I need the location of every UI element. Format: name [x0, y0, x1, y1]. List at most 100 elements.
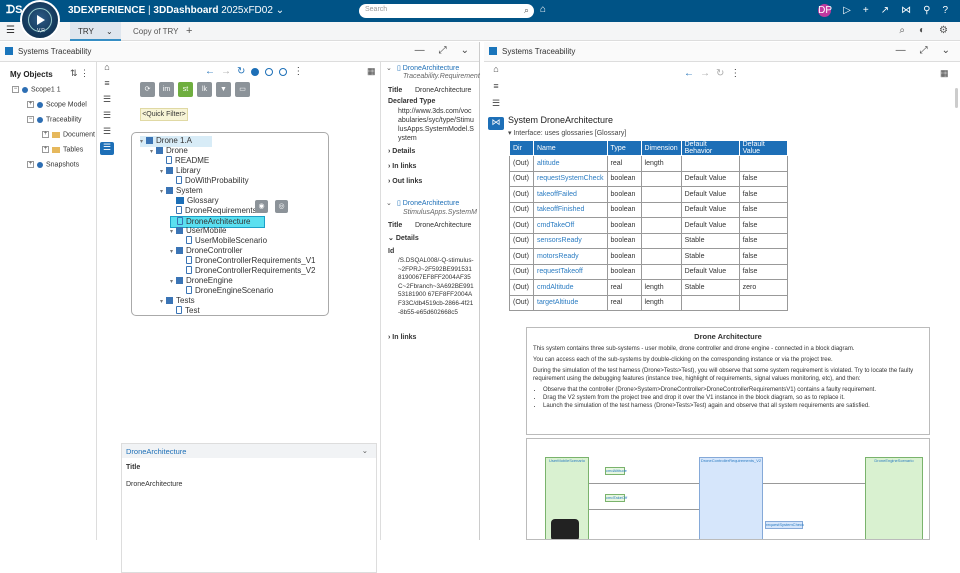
card2-in-links[interactable]: › In links	[388, 334, 416, 341]
signal-name[interactable]: targetAltitude	[533, 294, 608, 311]
home-icon[interactable]: ⌂	[488, 64, 504, 77]
column-header[interactable]: Dir	[509, 140, 534, 156]
tree-item-tables[interactable]: + Tables	[42, 146, 83, 153]
filter-icon[interactable]: ▼	[216, 82, 231, 97]
avatar[interactable]: DP	[818, 4, 832, 17]
expand-icon[interactable]: +	[42, 131, 49, 138]
list-icon[interactable]: ☰	[100, 110, 114, 123]
chevron-down-icon[interactable]: ⌄	[362, 446, 368, 455]
block-diagram[interactable]: UserMobileScenario DroneControllerRequir…	[526, 438, 930, 540]
interface-line[interactable]: ▾ Interface: uses glossaries [Glossary]	[508, 129, 626, 137]
table-row[interactable]: (Out) cmdAltitude real length Stable zero	[509, 279, 788, 296]
play-video-icon[interactable]: ▷	[843, 4, 851, 18]
structure-tree-item[interactable]: DoWithProbability	[170, 176, 249, 186]
back-arrow-icon[interactable]: ←	[205, 66, 215, 77]
database-icon[interactable]: ≡	[100, 78, 114, 91]
share-node-icon[interactable]: ⋈	[488, 117, 504, 130]
chevron-down-icon[interactable]: ⌄	[276, 5, 284, 16]
toggle-icon[interactable]: ◐	[919, 25, 925, 36]
column-header[interactable]: Type	[606, 140, 642, 156]
signal-name[interactable]: sensorsReady	[533, 232, 608, 249]
structure-tree-item[interactable]: DroneControllerRequirements_V2	[180, 266, 316, 276]
signal-name[interactable]: cmdAltitude	[533, 279, 608, 296]
collapse-icon[interactable]: −	[27, 116, 34, 123]
card2-details[interactable]: ⌄ Details	[388, 234, 419, 242]
tree-view-icon[interactable]: ☰	[100, 142, 114, 155]
forward-arrow-icon[interactable]: →	[221, 66, 231, 77]
collapse-icon[interactable]: −	[12, 86, 19, 93]
home-icon[interactable]: ⌂	[100, 62, 114, 75]
collapse-icon[interactable]: ⌄	[386, 199, 392, 207]
im-button[interactable]: im	[159, 82, 174, 97]
chevron-down-icon[interactable]: ⌄	[106, 27, 113, 36]
card1-in-links[interactable]: › In links	[388, 163, 416, 170]
column-header[interactable]: Name	[533, 140, 608, 156]
minimize-icon[interactable]: —	[415, 45, 425, 56]
signal-name[interactable]: takeoffFinished	[533, 201, 608, 218]
signal-name[interactable]: motorsReady	[533, 248, 608, 265]
share-icon[interactable]: ↗	[881, 4, 889, 18]
settings-icon[interactable]: ⚙	[939, 25, 948, 36]
table-row[interactable]: (Out) requestSystemCheck boolean Default Va…	[509, 170, 788, 187]
table-row[interactable]: (Out) targetAltitude real length	[509, 294, 788, 311]
chevron-down-icon[interactable]: ⌄	[942, 45, 950, 56]
table-row[interactable]: (Out) sensorsReady boolean Stable false	[509, 232, 788, 249]
hamburger-menu-icon[interactable]: ☰	[6, 25, 15, 36]
signal-name[interactable]: takeoffFailed	[533, 186, 608, 203]
grid-icon[interactable]: ▦	[367, 66, 376, 77]
structure-tree-item[interactable]: Test	[170, 306, 200, 316]
search-input[interactable]: Search ⌕	[359, 4, 534, 18]
table-row[interactable]: (Out) takeoffFailed boolean Default Value fa…	[509, 186, 788, 203]
zoom-icon[interactable]: ◎	[275, 200, 288, 213]
database-icon[interactable]: ≡	[488, 81, 504, 94]
tag-icon[interactable]: ⌂	[540, 4, 546, 15]
list-icon[interactable]: ☰	[488, 98, 504, 111]
tree-item-snapshots[interactable]: + Snapshots	[27, 161, 79, 168]
zoom-icon[interactable]: ⌕	[899, 25, 905, 36]
port-cmd-takeoff[interactable]: cmdTakeOff	[605, 494, 627, 502]
view-dot-1[interactable]	[251, 68, 260, 76]
tree-item-document[interactable]: + Document	[42, 131, 95, 138]
forward-arrow-icon[interactable]: →	[700, 68, 710, 79]
expand-icon[interactable]: +	[27, 101, 34, 108]
detail-card-header[interactable]: DroneArchitecture ⌄	[122, 444, 376, 458]
more-icon[interactable]: ⋮	[293, 66, 303, 77]
block-drone-controller[interactable]: DroneControllerRequirements_V2	[699, 457, 763, 539]
structure-tree-item[interactable]: Glossary	[170, 196, 219, 206]
table-row[interactable]: (Out) motorsReady boolean Stable false	[509, 248, 788, 265]
column-header[interactable]: Default Value	[738, 140, 788, 156]
refresh-icon[interactable]: ↻	[237, 66, 245, 77]
chevron-down-icon[interactable]: ⌄	[461, 45, 469, 56]
list-icon[interactable]: ☰	[100, 94, 114, 107]
add-tab-icon[interactable]: +	[178, 22, 200, 41]
view-dot-2[interactable]	[265, 68, 274, 76]
signal-name[interactable]: requestSystemCheck	[533, 170, 608, 187]
port-cmd-altitude[interactable]: cmdAltitude	[605, 467, 627, 475]
structure-tree-item[interactable]: DroneRequirements	[170, 206, 257, 216]
lk-button[interactable]: lk	[197, 82, 212, 97]
column-header[interactable]: Default Behavior	[680, 140, 740, 156]
help-icon[interactable]: ?	[942, 4, 948, 18]
quick-filter-button[interactable]: <Quick Filter>	[140, 108, 188, 121]
back-arrow-icon[interactable]: ←	[684, 68, 694, 79]
collapse-icon[interactable]: ⌄	[386, 64, 392, 72]
add-icon[interactable]: +	[863, 4, 869, 18]
structure-tree-item[interactable]: DroneControllerRequirements_V1	[180, 256, 316, 266]
network-icon[interactable]: ⋈	[901, 4, 911, 18]
minimize-icon[interactable]: —	[896, 45, 906, 56]
card1-name[interactable]: ▯ DroneArchitecture	[397, 64, 459, 72]
more-icon[interactable]: ⋮	[730, 68, 740, 79]
structure-tree-item[interactable]: DroneEngineScenario	[180, 286, 273, 296]
sort-icon[interactable]: ⇅ ⋮	[70, 68, 89, 79]
compass-tools-icon[interactable]: ⚲	[923, 4, 930, 18]
signal-name[interactable]: altitude	[533, 155, 608, 172]
structure-tree-item[interactable]: UserMobileScenario	[180, 236, 267, 246]
tree-item-traceability[interactable]: − Traceability	[27, 116, 82, 123]
expand-icon[interactable]: +	[27, 161, 34, 168]
signal-name[interactable]: requestTakeoff	[533, 263, 608, 280]
sync-icon[interactable]: ⟳	[140, 82, 155, 97]
signal-name[interactable]: cmdTakeOff	[533, 217, 608, 234]
list-icon[interactable]: ☰	[100, 126, 114, 139]
app-title[interactable]: 3DEXPERIENCE | 3DDashboard 2025xFD02 ⌄	[68, 5, 284, 16]
card1-details[interactable]: › Details	[388, 148, 415, 155]
